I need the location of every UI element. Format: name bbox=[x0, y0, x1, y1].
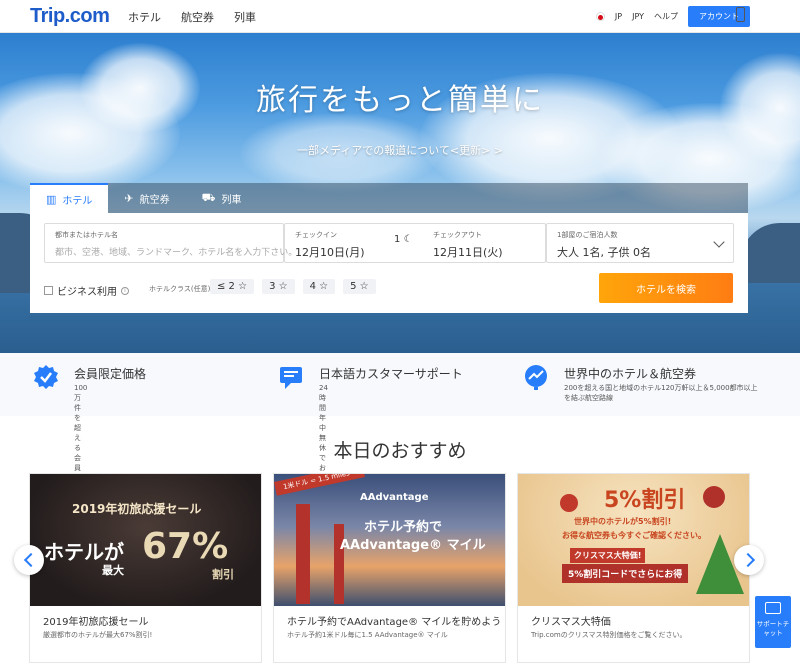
promo-card-christmas[interactable]: 5%割引 世界中のホテルが5%割引! お得な航空券も今すぐご確認ください。 クリ… bbox=[517, 473, 750, 663]
card-subtitle: ホテル予約1米ドル毎に1.5 AAdvantage® マイル bbox=[287, 631, 448, 639]
business-checkbox[interactable] bbox=[44, 286, 53, 295]
nights-count: 1 ☾ bbox=[394, 234, 413, 245]
nav-hotels[interactable]: ホテル bbox=[128, 9, 161, 25]
tab-label: 列車 bbox=[221, 194, 242, 206]
promo-image-text: 2019年初旅応援セール bbox=[72, 502, 202, 516]
card-subtitle: Trip.comのクリスマス特別価格をご覧ください。 bbox=[531, 631, 687, 639]
ornament-icon bbox=[560, 494, 578, 512]
hotel-search-form: 都市またはホテル名 都市、空港、地域、ランドマーク、ホテル名を入力下さい。 チェ… bbox=[30, 213, 748, 313]
miles-ribbon: 1米ドル = 1.5 miles bbox=[274, 474, 365, 496]
feature-title: 日本語カスタマーサポート bbox=[319, 367, 463, 381]
business-label: ビジネス利用 bbox=[57, 287, 117, 298]
feature-subtitle: 200を超える国と地域のホテル120万軒以上＆5,000都市以上を結ぶ航空路線 bbox=[564, 384, 758, 402]
hero-title: 旅行をもっと簡単に bbox=[256, 83, 544, 118]
language-selector[interactable]: JP bbox=[615, 12, 622, 21]
promo-image-text: ホテルが bbox=[44, 540, 124, 564]
checkout-value[interactable]: 12月11日(火) bbox=[433, 244, 503, 260]
media-notice-link[interactable]: 一部メディアでの報道について<更新> > bbox=[0, 142, 800, 158]
currency-selector[interactable]: JPY bbox=[632, 12, 644, 21]
promo-image-text: 5%割引 bbox=[604, 488, 686, 513]
promo-image-text: 割引 bbox=[212, 568, 234, 581]
plane-icon: ✈ bbox=[124, 191, 134, 205]
support-chat-label: サポートチャット bbox=[756, 620, 790, 637]
destination-label: 都市またはホテル名 bbox=[55, 231, 118, 239]
recommend-title: 本日のおすすめ bbox=[333, 440, 467, 462]
chat-support-icon bbox=[280, 367, 302, 389]
class-2-star-button[interactable]: ≤ 2 ☆ bbox=[210, 279, 255, 294]
hotel-class-label: ホテルクラス(任意) bbox=[149, 285, 211, 293]
checkout-label: チェックアウト bbox=[433, 231, 482, 239]
bridge-tower-decoration bbox=[296, 504, 310, 604]
cliff-decoration bbox=[740, 223, 800, 283]
promo-image: 1米ドル = 1.5 miles AAdvantage ホテル予約で AAdva… bbox=[274, 474, 505, 606]
help-link[interactable]: ヘルプ bbox=[654, 11, 678, 22]
nav-trains[interactable]: 列車 bbox=[234, 9, 256, 25]
date-range-field[interactable]: チェックイン 12月10日(月) チェックアウト 12月11日(火) bbox=[284, 223, 546, 263]
promo-image-text: 67% bbox=[142, 526, 229, 567]
promo-image-text: お得な航空券も今すぐご確認ください。 bbox=[562, 531, 706, 540]
chevron-down-icon bbox=[713, 236, 725, 248]
mobile-app-icon[interactable] bbox=[736, 7, 745, 22]
carousel-next-button[interactable] bbox=[734, 545, 764, 575]
promo-image-text: クリスマス大特価! bbox=[570, 548, 646, 563]
class-5-star-button[interactable]: 5 ☆ bbox=[343, 279, 376, 294]
destination-placeholder: 都市、空港、地域、ランドマーク、ホテル名を入力下さい。 bbox=[55, 248, 298, 258]
promo-image-text: 最大 bbox=[102, 564, 124, 577]
search-panel: ▥ ホテル ✈ 航空券 ⛟ 列車 都市またはホテル名 都市、空港、地域、ランドマ… bbox=[30, 183, 748, 313]
promo-image: 2019年初旅応援セール ホテルが 最大 67% 割引 bbox=[30, 474, 261, 606]
tab-flights[interactable]: ✈ 航空券 bbox=[108, 183, 185, 213]
class-3-star-button[interactable]: 3 ☆ bbox=[262, 279, 295, 294]
tab-label: ホテル bbox=[62, 195, 93, 207]
checkin-label: チェックイン bbox=[295, 231, 337, 239]
hotel-class-options: ≤ 2 ☆ 3 ☆ 4 ☆ 5 ☆ bbox=[210, 279, 376, 294]
train-icon: ⛟ bbox=[201, 190, 216, 204]
destination-field[interactable]: 都市またはホテル名 都市、空港、地域、ランドマーク、ホテル名を入力下さい。 bbox=[44, 223, 297, 263]
checkin-value[interactable]: 12月10日(月) bbox=[295, 244, 365, 260]
chat-icon bbox=[765, 602, 781, 614]
promo-image-text: 世界中のホテルが5%割引! bbox=[574, 517, 672, 526]
top-header: Trip.com ホテル 航空券 列車 JP JPY ヘルプ アカウント bbox=[0, 0, 800, 33]
hotel-icon: ▥ bbox=[46, 192, 57, 206]
moon-icon: ☾ bbox=[403, 234, 413, 245]
promo-card-aadvantage[interactable]: 1米ドル = 1.5 miles AAdvantage ホテル予約で AAdva… bbox=[273, 473, 506, 663]
tab-label: 航空券 bbox=[139, 194, 170, 206]
nights-number: 1 bbox=[394, 234, 401, 245]
tab-hotels[interactable]: ▥ ホテル bbox=[30, 183, 109, 213]
promo-image-text: ホテル予約で bbox=[364, 520, 443, 535]
card-title: クリスマス大特価 bbox=[531, 617, 611, 628]
promo-image-text: AAdvantage bbox=[360, 492, 429, 503]
guests-label: 1部屋のご宿泊人数 bbox=[557, 231, 618, 239]
feature-title: 世界中のホテル＆航空券 bbox=[564, 367, 697, 381]
info-icon[interactable]: i bbox=[121, 286, 129, 295]
header-utilities: JP JPY ヘルプ アカウント bbox=[595, 6, 750, 27]
guests-field[interactable]: 1部屋のご宿泊人数 大人 1名, 子供 0名 bbox=[546, 223, 734, 263]
promo-image-text: AAdvantage® マイル bbox=[340, 538, 486, 553]
japan-flag-icon[interactable] bbox=[595, 12, 605, 21]
carousel-prev-button[interactable] bbox=[14, 545, 44, 575]
support-chat-button[interactable]: サポートチャット bbox=[755, 596, 791, 648]
card-subtitle: 厳選都市のホテルが最大67%割引! bbox=[43, 631, 153, 639]
business-option[interactable]: ビジネス利用 i bbox=[44, 283, 129, 298]
badge-check-icon bbox=[34, 365, 58, 389]
search-tabs: ▥ ホテル ✈ 航空券 ⛟ 列車 bbox=[30, 183, 748, 213]
feature-title: 会員限定価格 bbox=[74, 367, 147, 381]
nav-flights[interactable]: 航空券 bbox=[181, 9, 214, 25]
main-nav: ホテル 航空券 列車 bbox=[128, 9, 256, 25]
tab-trains[interactable]: ⛟ 列車 bbox=[186, 183, 258, 213]
trip-logo[interactable]: Trip.com bbox=[30, 5, 110, 28]
card-title: ホテル予約でAAdvantage® マイルを貯めよう bbox=[287, 617, 502, 628]
promo-image-text: 5%割引コードでさらにお得 bbox=[562, 564, 689, 583]
promo-card-new-year[interactable]: 2019年初旅応援セール ホテルが 最大 67% 割引 2019年初旅応援セール… bbox=[29, 473, 262, 663]
search-hotels-button[interactable]: ホテルを検索 bbox=[599, 273, 733, 303]
class-4-star-button[interactable]: 4 ☆ bbox=[302, 279, 336, 294]
promo-image: 5%割引 世界中のホテルが5%割引! お得な航空券も今すぐご確認ください。 クリ… bbox=[518, 474, 749, 606]
guests-value: 大人 1名, 子供 0名 bbox=[557, 246, 651, 259]
card-title: 2019年初旅応援セール bbox=[43, 617, 149, 628]
globe-trend-icon bbox=[525, 365, 547, 390]
ornament-icon bbox=[703, 486, 725, 508]
features-bar: 会員限定価格 100万件を超える会員様限定商品 日本語カスタマーサポート 24時… bbox=[0, 353, 800, 542]
